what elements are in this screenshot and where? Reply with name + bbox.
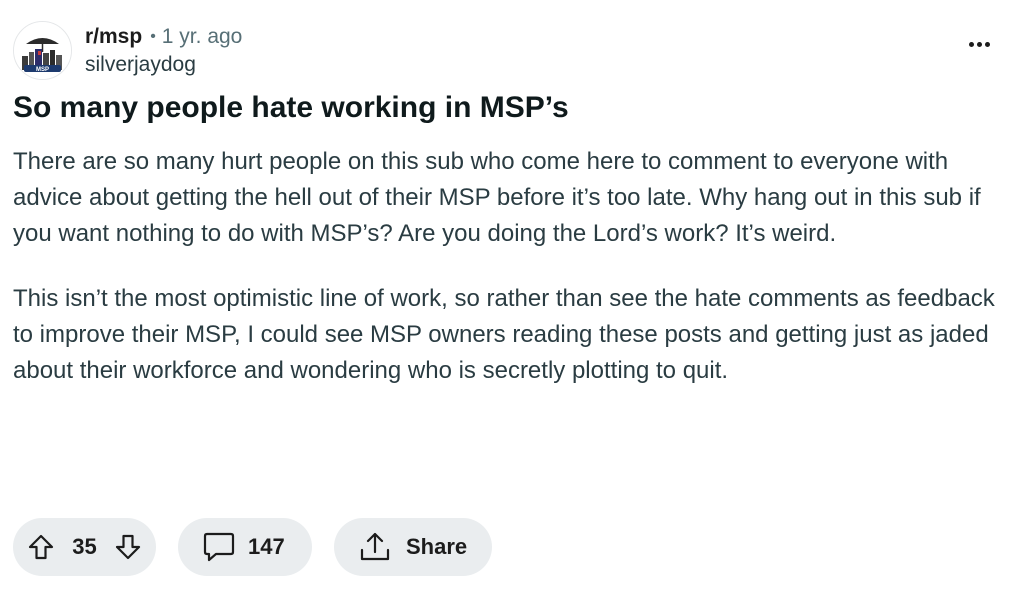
more-options-icon xyxy=(969,42,974,47)
post-paragraph: There are so many hurt people on this su… xyxy=(13,148,981,247)
post-title[interactable]: So many people hate working in MSP’s xyxy=(13,88,993,128)
comments-button[interactable]: 147 xyxy=(178,518,312,576)
share-button[interactable]: Share xyxy=(334,518,492,576)
subreddit-link[interactable]: r/msp xyxy=(85,24,142,50)
post-card: MSP r/msp • 1 yr. ago silverjaydog So ma… xyxy=(0,0,1014,602)
comment-count: 147 xyxy=(248,534,285,559)
subreddit-avatar[interactable]: MSP xyxy=(13,21,72,80)
meta-separator: • xyxy=(150,28,156,45)
more-options-icon-dot xyxy=(985,42,990,47)
post-meta-line: r/msp • 1 yr. ago xyxy=(85,24,242,50)
post-timestamp: 1 yr. ago xyxy=(161,25,243,48)
more-options-button[interactable] xyxy=(965,38,994,51)
downvote-arrow-icon[interactable] xyxy=(114,533,142,561)
upvote-arrow-icon[interactable] xyxy=(27,533,55,561)
post-actions: 35 147 Share xyxy=(13,518,492,576)
post-paragraph: This isn’t the most optimistic line of w… xyxy=(13,285,995,384)
share-icon xyxy=(358,530,392,564)
post-meta: r/msp • 1 yr. ago silverjaydog xyxy=(85,24,242,78)
more-options-icon-dot xyxy=(977,42,982,47)
comment-bubble-icon xyxy=(202,531,236,563)
post-body: There are so many hurt people on this su… xyxy=(13,144,1003,418)
subreddit-avatar-icon: MSP xyxy=(14,22,71,79)
share-label: Share xyxy=(406,534,468,559)
author-link[interactable]: silverjaydog xyxy=(85,52,242,78)
svg-text:MSP: MSP xyxy=(36,67,49,73)
vote-bar: 35 xyxy=(13,518,156,576)
vote-count: 35 xyxy=(72,534,97,559)
